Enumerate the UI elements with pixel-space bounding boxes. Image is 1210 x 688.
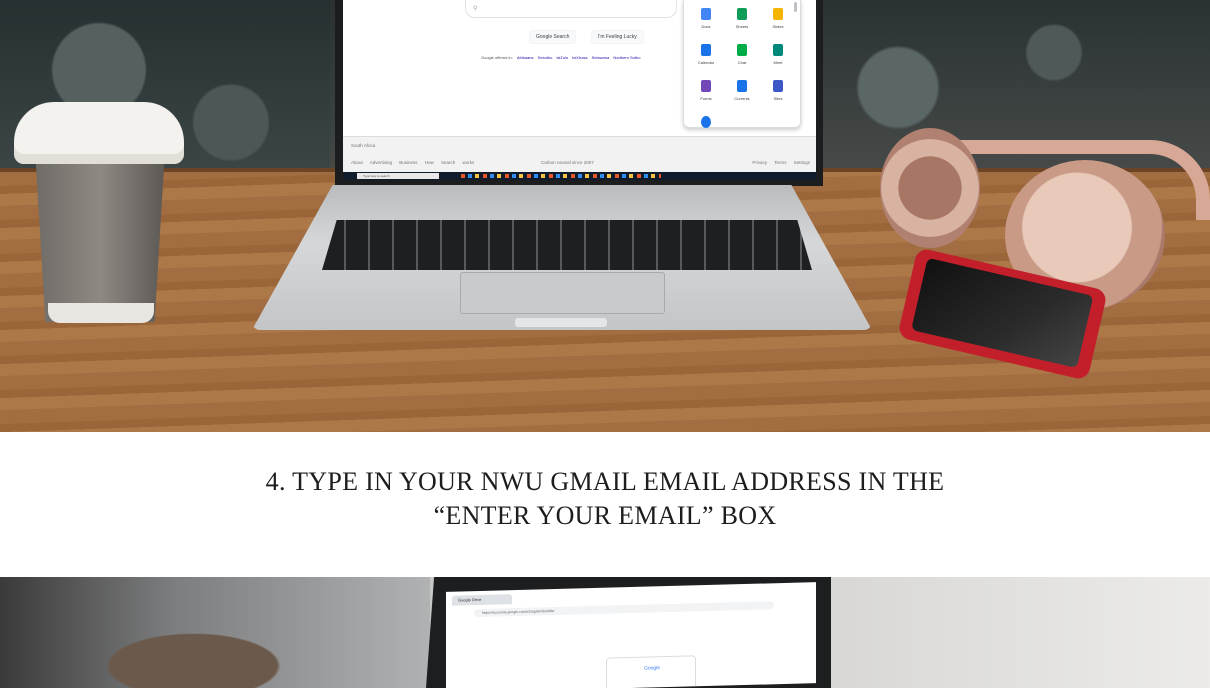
language-link[interactable]: isiZulu <box>556 55 568 60</box>
app-label: Sheets <box>735 24 749 29</box>
google-footer: South Africa About Advertising Business … <box>343 136 816 172</box>
app-chat[interactable]: Chat <box>724 44 760 65</box>
google-apps-panel: Docs Sheets Slides Calendar Chat Meet Fo… <box>683 0 801 128</box>
docs-icon <box>701 8 711 20</box>
app-currents[interactable]: Currents <box>724 80 760 101</box>
app-contacts[interactable] <box>688 116 724 132</box>
caption-line-1: 4. TYPE IN YOUR NWU GMAIL EMAIL ADDRESS … <box>265 467 945 496</box>
language-link[interactable]: Northern Sotho <box>613 55 640 60</box>
contacts-icon <box>701 116 711 128</box>
app-slides[interactable]: Slides <box>760 8 796 29</box>
app-docs[interactable]: Docs <box>688 8 724 29</box>
browser-tab[interactable]: Google Drive <box>452 594 512 606</box>
google-search-button[interactable]: Google Search <box>529 30 577 44</box>
offered-in-label: Google offered in: <box>481 55 513 60</box>
sheets-icon <box>737 8 747 20</box>
slides-icon <box>773 8 783 20</box>
app-sheets[interactable]: Sheets <box>724 8 760 29</box>
laptop-keyboard <box>322 220 812 270</box>
coffee-cup-base <box>48 303 154 323</box>
language-link[interactable]: Afrikaans <box>517 55 534 60</box>
feeling-lucky-button[interactable]: I'm Feeling Lucky <box>591 30 644 44</box>
app-calendar[interactable]: Calendar <box>688 44 724 65</box>
language-link[interactable]: Sesotho <box>538 55 553 60</box>
headphones-left-cup <box>880 128 980 248</box>
google-search-box[interactable]: ⚲ <box>465 0 677 18</box>
app-sites[interactable]: Sites <box>760 80 796 101</box>
app-label: Meet <box>773 60 783 65</box>
footer-country: South Africa <box>351 143 376 148</box>
app-label: Chat <box>737 60 747 65</box>
person-background <box>0 577 430 688</box>
app-label: Calendar <box>697 60 715 65</box>
laptop-screen-bottom: Google Drive https://accounts.google.com… <box>446 582 816 688</box>
taskbar-app-icons[interactable] <box>461 174 661 178</box>
taskbar-search[interactable]: Type here to search <box>357 173 439 179</box>
app-label: Docs <box>701 24 711 29</box>
footer-carbon-neutral[interactable]: Carbon neutral since 2007 <box>541 160 594 165</box>
footer-links-right[interactable]: Privacy Terms Settings <box>752 160 810 165</box>
meet-icon <box>773 44 783 56</box>
offered-in-languages: Google offered in: Afrikaans Sesotho isi… <box>481 55 640 60</box>
workspace-photo-top: ⚲ Google Search I'm Feeling Lucky Google… <box>0 0 1210 432</box>
coffee-cup <box>35 150 165 322</box>
footer-links-left[interactable]: About Advertising Business How Search wo… <box>351 160 474 165</box>
workspace-photo-bottom: Google Drive https://accounts.google.com… <box>0 577 1210 688</box>
laptop-trackpad <box>460 272 665 314</box>
language-link[interactable]: Setswana <box>592 55 610 60</box>
app-label: Currents <box>734 96 750 101</box>
search-icon: ⚲ <box>473 5 478 12</box>
app-label: Slides <box>772 24 784 29</box>
app-label: Sites <box>773 96 783 101</box>
google-logo: Google <box>643 665 661 672</box>
app-forms[interactable]: Forms <box>688 80 724 101</box>
language-link[interactable]: IsiXhosa <box>572 55 587 60</box>
laptop-screen: ⚲ Google Search I'm Feeling Lucky Google… <box>343 0 816 180</box>
caption-line-2: “ENTER YOUR EMAIL” BOX <box>433 501 777 530</box>
calendar-icon <box>701 44 711 56</box>
address-bar[interactable]: https://accounts.google.com/v3/signin/id… <box>474 601 774 618</box>
forms-icon <box>701 80 711 92</box>
app-label: Forms <box>700 96 712 101</box>
windows-taskbar: Type here to search <box>343 172 816 180</box>
sites-icon <box>773 80 783 92</box>
signin-card: Google <box>606 655 696 688</box>
laptop-notch <box>515 318 607 327</box>
app-meet[interactable]: Meet <box>760 44 796 65</box>
coffee-cup-lid <box>14 102 184 164</box>
step-caption: 4. TYPE IN YOUR NWU GMAIL EMAIL ADDRESS … <box>0 465 1210 533</box>
chat-icon <box>737 44 747 56</box>
currents-icon <box>737 80 747 92</box>
